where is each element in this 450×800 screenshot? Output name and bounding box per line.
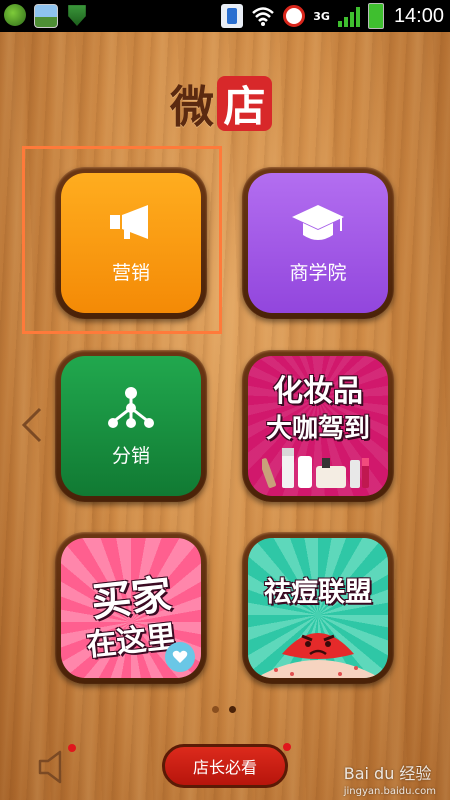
tile-frame-buyers: 买家 在这里 [55,532,207,684]
tile-frame-marketing: 营销 [55,167,207,319]
logo-text-dian: 店 [217,75,272,131]
tile-acne-promo[interactable]: 祛痘联盟 [248,538,388,678]
tile-cosmetics-promo[interactable]: 化妆品 大咖驾到 [248,356,388,496]
owner-button-notification-dot [283,743,291,751]
battery-icon [367,3,384,29]
status-bar: 3G 14:00 [0,0,450,32]
logo-text-wei: 微 [170,82,215,133]
tile-distribution[interactable]: 分销 [61,356,201,496]
tile-buyers-promo[interactable]: 买家 在这里 [61,538,201,678]
tile-label-distribution: 分销 [111,445,150,467]
weidian-logo: 微 店 [170,75,272,133]
page-indicator [212,706,236,713]
owner-must-read-button[interactable]: 店长必看 [162,744,288,788]
app-notification-icon [4,4,26,26]
network-tree-icon [107,386,155,434]
chevron-left-icon[interactable] [18,405,48,445]
tile-frame-acne: 祛痘联盟 [242,532,394,684]
baidu-watermark: Bai du 经验 jingyan.baidu.com [344,760,436,797]
graduation-cap-icon [290,203,346,249]
page-dot [212,706,219,713]
tile-label-academy: 商学院 [289,262,347,284]
angry-face-image [256,612,380,678]
clock: 14:00 [393,4,444,27]
wifi-icon [251,5,275,27]
signal-icon [337,5,360,27]
promo-title-acne: 祛痘联盟 [264,577,372,608]
page-dot-active [229,706,236,713]
tile-label-marketing: 营销 [111,262,150,284]
cosmetics-products-image [259,444,378,492]
tile-frame-cosmetics: 化妆品 大咖驾到 [242,350,394,502]
network-type: 3G [313,9,330,23]
alarm-icon [283,5,306,27]
promo-line2-cosmetics: 大咖驾到 [265,414,370,444]
vibrate-icon [221,4,244,28]
speaker-icon[interactable] [38,750,78,784]
heart-badge-icon [165,642,195,672]
promo-line1-cosmetics: 化妆品 [273,374,363,409]
tile-frame-academy: 商学院 [242,167,394,319]
gallery-notification-icon [34,4,58,28]
watermark-text: Bai du 经验 [343,764,432,783]
tile-frame-distribution: 分销 [55,350,207,502]
megaphone-icon [108,203,154,247]
watermark-url: jingyan.baidu.com [343,786,436,797]
tile-academy[interactable]: 商学院 [248,173,388,313]
security-shield-icon [68,5,86,26]
speaker-notification-dot [68,744,76,752]
tile-marketing[interactable]: 营销 [61,173,201,313]
